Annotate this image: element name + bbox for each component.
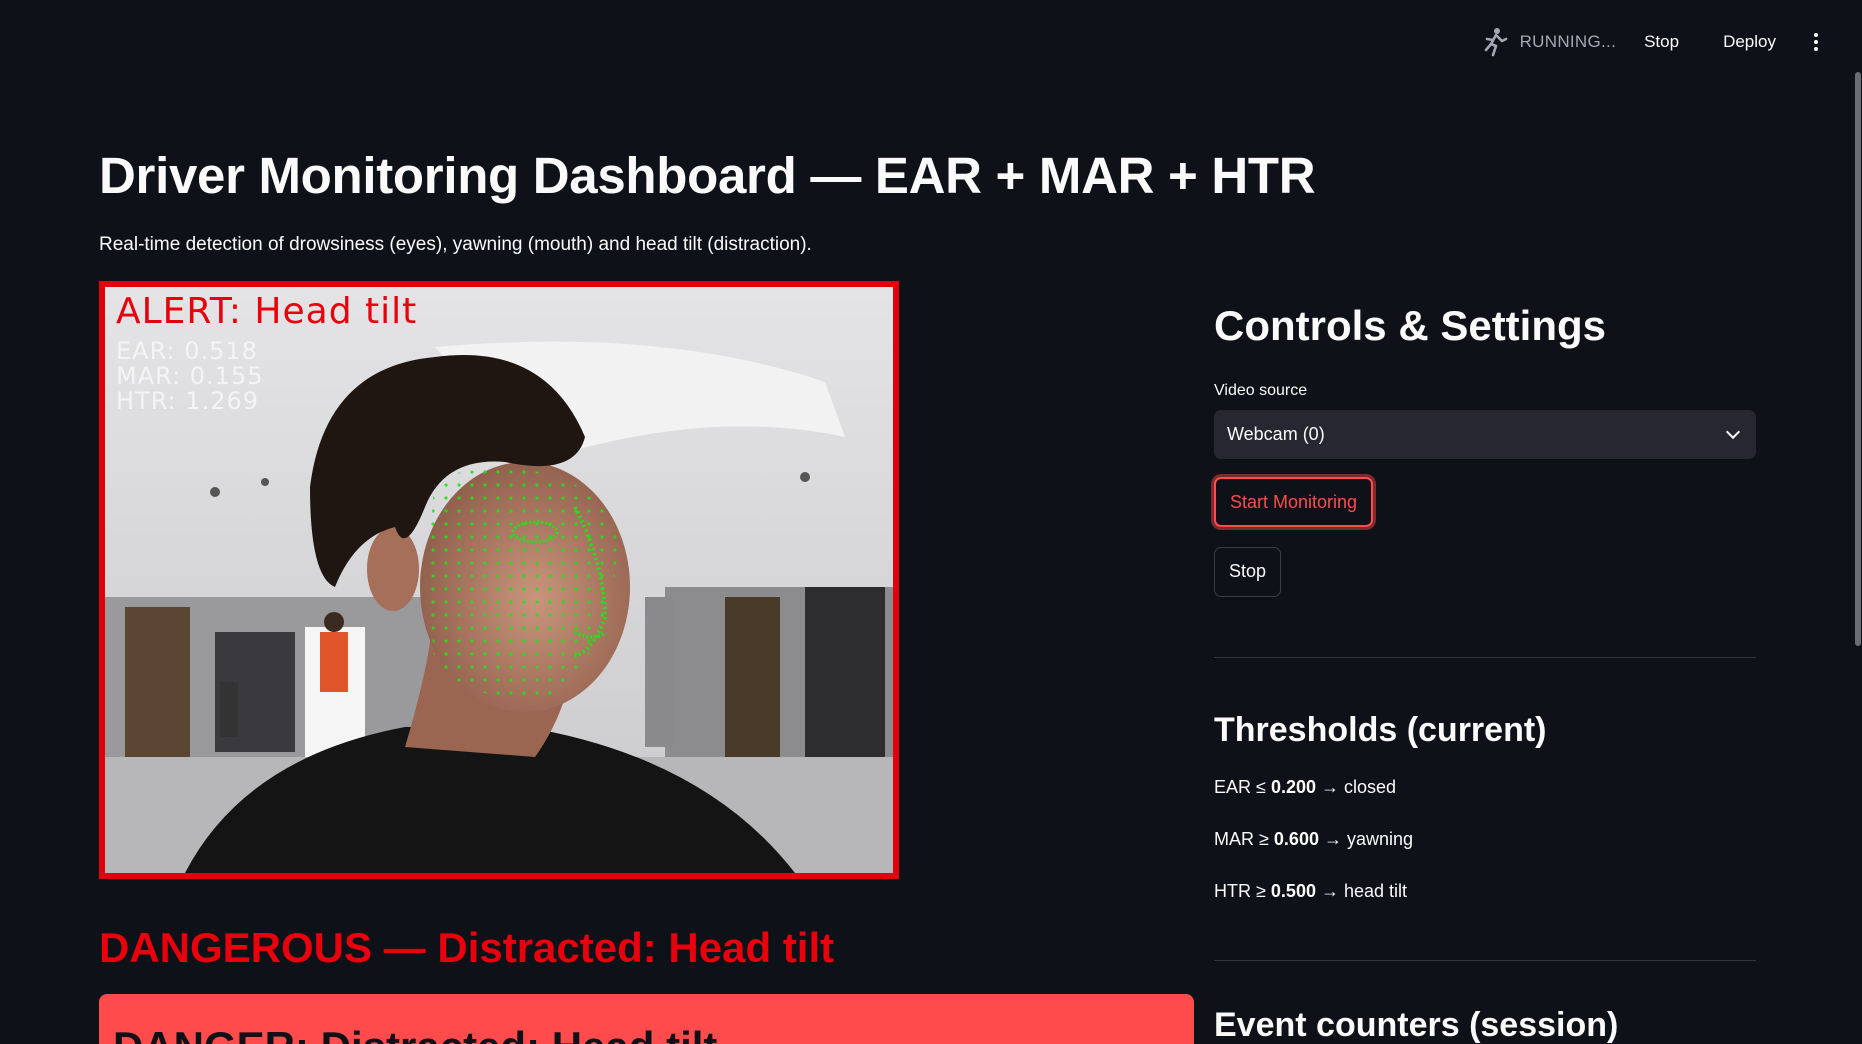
threshold-metric: MAR	[1214, 829, 1254, 849]
scrollbar-thumb[interactable]	[1855, 72, 1861, 646]
video-source-value: Webcam (0)	[1227, 424, 1325, 444]
overlay-mar-value: MAR: 0.155	[116, 362, 264, 390]
toolbar-stop-button[interactable]: Stop	[1644, 32, 1679, 52]
divider	[1214, 960, 1756, 961]
top-toolbar: RUNNING... Stop Deploy	[0, 0, 1862, 84]
danger-alert-box: DANGER: Distracted: Head tilt	[99, 994, 1194, 1044]
start-monitoring-button[interactable]: Start Monitoring	[1214, 477, 1374, 527]
overlay-htr-value: HTR: 1.269	[116, 387, 260, 415]
threshold-value: 0.500	[1270, 881, 1316, 901]
arrow-icon: →	[1321, 777, 1339, 797]
counters-heading: Event counters (session)	[1214, 1006, 1619, 1044]
threshold-htr: HTR ≥ 0.500 → head tilt	[1214, 878, 1756, 904]
threshold-operator: ≥	[1256, 881, 1266, 901]
threshold-meaning: yawning	[1347, 829, 1414, 849]
threshold-mar: MAR ≥ 0.600 → yawning	[1214, 826, 1756, 852]
main-menu-icon[interactable]	[1810, 29, 1822, 55]
arrow-icon: →	[1320, 881, 1339, 901]
threshold-meaning: head tilt	[1344, 881, 1408, 901]
page-title: Driver Monitoring Dashboard — EAR + MAR …	[99, 147, 1316, 204]
controls-heading: Controls & Settings	[1214, 302, 1607, 349]
overlay-ear-value: EAR: 0.518	[116, 337, 258, 365]
video-feed: ALERT: Head tilt EAR: 0.518 MAR: 0.155 H…	[99, 281, 899, 879]
running-status-text: RUNNING...	[1519, 32, 1617, 51]
divider	[1214, 657, 1756, 658]
danger-alert-text: DANGER: Distracted: Head tilt	[113, 1022, 717, 1044]
running-person-icon	[1484, 28, 1507, 57]
threshold-operator: ≥	[1259, 829, 1269, 849]
video-source-label: Video source	[1214, 382, 1308, 399]
arrow-icon: →	[1323, 829, 1342, 849]
threshold-operator: ≤	[1256, 777, 1266, 797]
status-heading: DANGEROUS — Distracted: Head tilt	[99, 924, 835, 971]
threshold-ear: EAR ≤ 0.200 → closed	[1214, 774, 1756, 800]
threshold-meaning: closed	[1344, 777, 1397, 797]
stop-button[interactable]: Stop	[1214, 547, 1282, 597]
chevron-down-icon	[1725, 424, 1741, 439]
threshold-value: 0.600	[1273, 829, 1319, 849]
running-indicator: RUNNING...	[1482, 27, 1617, 57]
controls-panel: Controls & Settings Video source Webcam …	[1214, 296, 1756, 1044]
deploy-button[interactable]: Deploy	[1723, 32, 1776, 52]
overlay-alert-text: ALERT: Head tilt	[116, 291, 418, 332]
threshold-value: 0.200	[1270, 777, 1316, 797]
threshold-metric: HTR	[1214, 881, 1251, 901]
threshold-metric: EAR	[1214, 777, 1252, 797]
thresholds-list: EAR ≤ 0.200 → closed MAR ≥ 0.600 → yawni…	[1214, 774, 1756, 904]
video-source-select[interactable]: Webcam (0)	[1214, 410, 1756, 459]
thresholds-heading: Thresholds (current)	[1214, 711, 1547, 749]
page-subtitle: Real-time detection of drowsiness (eyes)…	[99, 234, 812, 255]
